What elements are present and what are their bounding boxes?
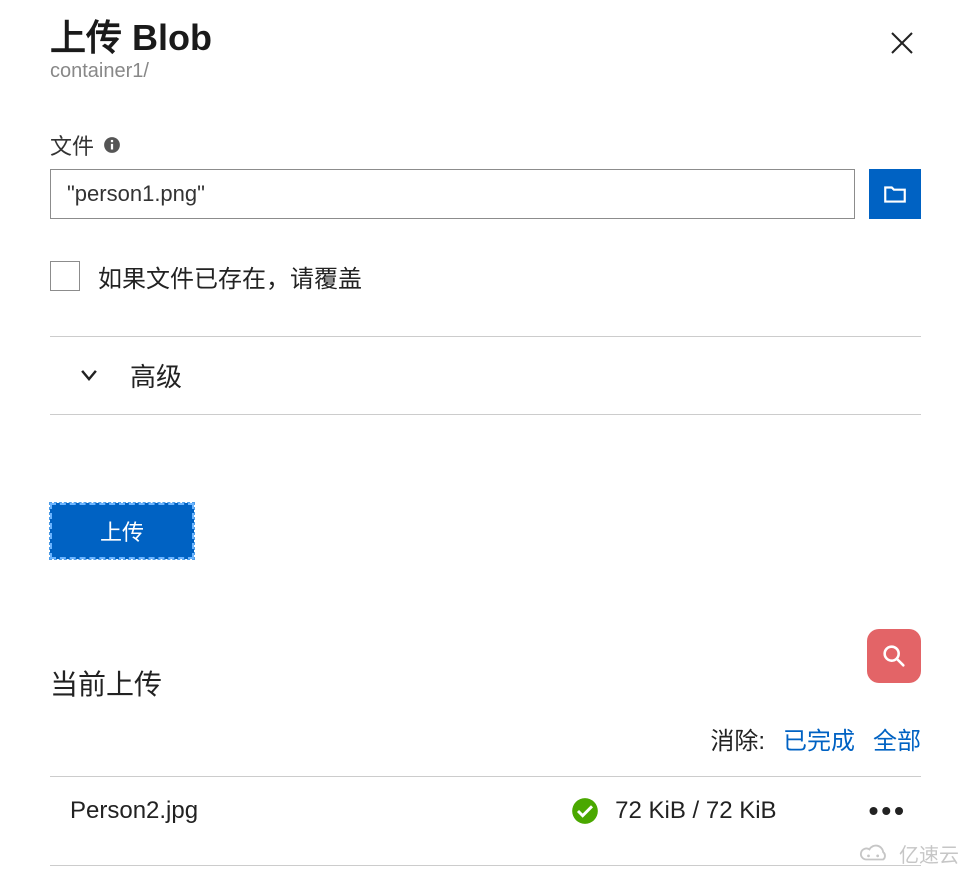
overwrite-label: 如果文件已存在，请覆盖 — [98, 259, 362, 294]
dismiss-label: 消除: — [710, 721, 765, 756]
dismiss-all-link[interactable]: 全部 — [873, 721, 921, 756]
watermark: 亿速云 — [855, 839, 959, 868]
close-button[interactable] — [883, 24, 921, 67]
more-button[interactable]: ••• — [863, 795, 913, 827]
file-input[interactable] — [50, 169, 855, 219]
dismiss-completed-link[interactable]: 已完成 — [783, 721, 855, 756]
chevron-down-icon — [78, 364, 100, 386]
info-icon[interactable] — [102, 135, 122, 155]
cloud-icon — [855, 843, 893, 865]
browse-button[interactable] — [869, 169, 921, 219]
upload-size: 72 KiB / 72 KiB — [615, 797, 776, 825]
search-button[interactable] — [867, 629, 921, 683]
upload-filename: Person2.jpg — [70, 797, 571, 825]
current-uploads-title: 当前上传 — [50, 663, 162, 703]
divider — [50, 414, 921, 415]
search-icon — [880, 642, 908, 670]
success-icon — [571, 797, 599, 825]
page-title: 上传 Blob — [50, 18, 212, 58]
folder-icon — [882, 181, 908, 207]
advanced-label: 高级 — [130, 357, 182, 394]
upload-item: Person2.jpg 72 KiB / 72 KiB ••• — [50, 777, 921, 845]
divider — [50, 865, 921, 866]
upload-button[interactable]: 上传 — [50, 503, 194, 559]
advanced-toggle[interactable]: 高级 — [50, 337, 921, 414]
overwrite-checkbox[interactable] — [50, 261, 80, 291]
file-label: 文件 — [50, 129, 94, 161]
breadcrumb: container1/ — [50, 60, 212, 83]
close-icon — [887, 28, 917, 58]
